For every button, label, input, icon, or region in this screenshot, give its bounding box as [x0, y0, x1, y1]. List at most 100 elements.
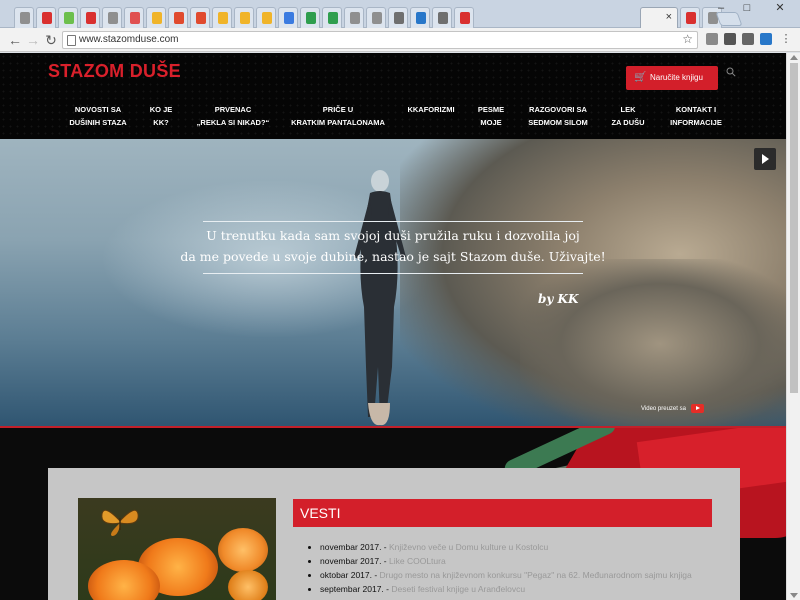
- close-window-icon[interactable]: ✕: [760, 0, 800, 18]
- browser-tab[interactable]: [410, 7, 430, 28]
- tab-favicon-icon: [42, 12, 52, 24]
- page-icon: [67, 35, 76, 46]
- youtube-icon[interactable]: [691, 404, 704, 413]
- menu-item-kkaforizmi[interactable]: KKAFORIZMI: [404, 103, 458, 116]
- extension-icon[interactable]: [760, 33, 772, 45]
- news-link[interactable]: Književno veče u Domu kulture u Kostolcu: [389, 542, 548, 552]
- browser-tab[interactable]: [212, 7, 232, 28]
- order-book-button[interactable]: 🛒 Naručite knjigu: [626, 66, 718, 90]
- tab-favicon-icon: [174, 12, 184, 24]
- web-page: STAZOM DUŠE 🛒 Naručite knjigu NOVOSTI SA…: [0, 53, 786, 600]
- news-date: novembar 2017.: [320, 556, 382, 566]
- maximize-icon[interactable]: □: [734, 0, 760, 18]
- browser-tab[interactable]: [256, 7, 276, 28]
- scroll-up-icon[interactable]: [790, 55, 798, 60]
- chrome-menu-icon[interactable]: ⋮: [780, 33, 792, 45]
- window-controls: – □ ✕: [708, 0, 800, 20]
- news-item: oktobar 2017. - Drugo mesto na književno…: [320, 568, 692, 582]
- back-icon[interactable]: ←: [6, 31, 24, 49]
- browser-tab[interactable]: [14, 7, 34, 28]
- browser-tab[interactable]: [124, 7, 144, 28]
- browser-tab[interactable]: [168, 7, 188, 28]
- news-date: novembar 2017.: [320, 542, 382, 552]
- diver-image: [354, 170, 406, 426]
- browser-tab[interactable]: [388, 7, 408, 28]
- browser-tab[interactable]: [344, 7, 364, 28]
- tab-favicon-icon: [86, 12, 96, 24]
- browser-tab-active[interactable]: ×: [640, 7, 678, 28]
- browser-tab[interactable]: [234, 7, 254, 28]
- tab-favicon-icon: [20, 12, 30, 24]
- tab-favicon-icon: [350, 12, 360, 24]
- search-icon[interactable]: [726, 67, 736, 77]
- browser-tab[interactable]: [190, 7, 210, 28]
- browser-tab[interactable]: [80, 7, 100, 28]
- menu-item-prvenac[interactable]: PRVENAC „REKLA SI NIKAD?“: [196, 103, 270, 129]
- hero-video: U trenutku kada sam svojoj duši pružila …: [0, 139, 786, 427]
- flower-shape: [228, 570, 268, 600]
- browser-tab[interactable]: [146, 7, 166, 28]
- address-bar[interactable]: www.stazomduse.com ☆: [62, 31, 698, 49]
- site-logo[interactable]: STAZOM DUŠE: [48, 61, 181, 82]
- browser-tab[interactable]: [36, 7, 56, 28]
- butterfly-icon: [101, 509, 139, 536]
- browser-tab[interactable]: [300, 7, 320, 28]
- tab-favicon-icon: [460, 12, 470, 24]
- quote-rule-top: [203, 221, 583, 222]
- flower-butterfly-image: [78, 498, 276, 600]
- flower-shape: [218, 528, 268, 572]
- menu-item-price[interactable]: PRIČE U KRATKIM PANTALONAMA: [290, 103, 386, 129]
- browser-tab[interactable]: [58, 7, 78, 28]
- extension-icon[interactable]: [724, 33, 736, 45]
- address-url: www.stazomduse.com: [79, 34, 179, 45]
- tab-favicon-icon: [240, 12, 250, 24]
- scrollbar-thumb[interactable]: [790, 63, 798, 393]
- browser-tab[interactable]: [454, 7, 474, 28]
- extension-icon[interactable]: [742, 33, 754, 45]
- news-header: VESTI: [293, 499, 712, 527]
- scroll-down-icon[interactable]: [790, 593, 798, 598]
- tab-favicon-icon: [686, 12, 696, 24]
- menu-item-pesme[interactable]: PESME MOJE: [474, 103, 508, 129]
- tab-favicon-icon: [306, 12, 316, 24]
- news-section: VESTI novembar 2017. - Književno veče u …: [48, 468, 740, 600]
- tab-favicon-icon: [416, 12, 426, 24]
- tab-favicon-icon: [218, 12, 228, 24]
- news-date: oktobar 2017.: [320, 570, 372, 580]
- bookmark-star-icon[interactable]: ☆: [682, 32, 693, 46]
- hero-quote-line: U trenutku kada sam svojoj duši pružila …: [206, 228, 580, 243]
- news-link[interactable]: Like COOLtura: [389, 556, 446, 566]
- news-link[interactable]: Drugo mesto na književnom konkursu "Pega…: [380, 570, 692, 580]
- browser-tab[interactable]: [278, 7, 298, 28]
- browser-tab[interactable]: [322, 7, 342, 28]
- news-link[interactable]: Deseti festival knjige u Aranđelovcu: [391, 584, 525, 594]
- reload-icon[interactable]: ↻: [42, 31, 60, 49]
- menu-item-novosti[interactable]: NOVOSTI SA DUŠINIH STAZA: [68, 103, 128, 129]
- extension-icon[interactable]: [706, 33, 718, 45]
- tab-favicon-icon: [262, 12, 272, 24]
- tab-favicon-icon: [64, 12, 74, 24]
- browser-tab[interactable]: [432, 7, 452, 28]
- play-button[interactable]: [754, 148, 776, 170]
- tab-favicon-icon: [438, 12, 448, 24]
- tab-favicon-icon: [108, 12, 118, 24]
- news-item: septembar 2017. - Deseti festival knjige…: [320, 582, 692, 596]
- menu-item-ko-je-kk[interactable]: KO JE KK?: [144, 103, 178, 129]
- page-scrollbar[interactable]: [786, 53, 800, 600]
- browser-tab[interactable]: [366, 7, 386, 28]
- hero-quote-line: da me povede u svoje dubine, nastao je s…: [180, 249, 606, 264]
- main-menu: NOVOSTI SA DUŠINIH STAZA KO JE KK? PRVEN…: [0, 103, 786, 135]
- menu-item-lek[interactable]: LEK ZA DUŠU: [610, 103, 646, 129]
- menu-item-razgovori[interactable]: RAZGOVORI SA SEDMOM SILOM: [526, 103, 590, 129]
- browser-tab-strip: × – □ ✕: [0, 0, 800, 28]
- close-tab-icon[interactable]: ×: [666, 11, 672, 23]
- browser-tab[interactable]: [102, 7, 122, 28]
- tab-favicon-icon: [372, 12, 382, 24]
- news-item: novembar 2017. - Like COOLtura: [320, 554, 692, 568]
- menu-item-kontakt[interactable]: KONTAKT I INFORMACIJE: [666, 103, 726, 129]
- browser-tab[interactable]: [680, 7, 700, 28]
- tab-favicon-icon: [196, 12, 206, 24]
- news-item: novembar 2017. - Književno veče u Domu k…: [320, 540, 692, 554]
- minimize-icon[interactable]: –: [708, 0, 734, 18]
- forward-icon[interactable]: →: [24, 31, 42, 49]
